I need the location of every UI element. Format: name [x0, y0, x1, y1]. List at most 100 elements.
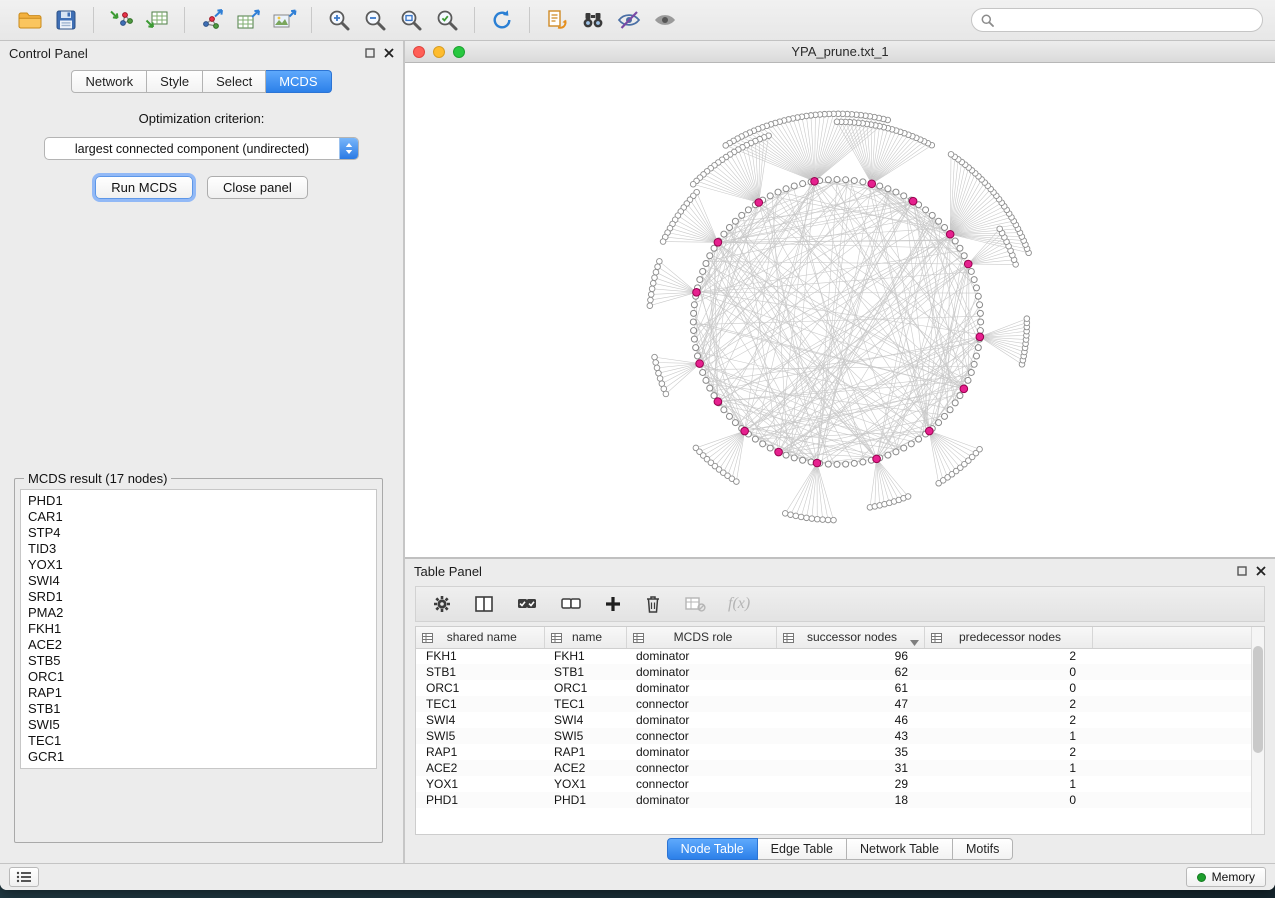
column-header-shared-name[interactable]: shared name — [416, 627, 544, 648]
clone-network-button[interactable] — [539, 4, 575, 36]
table-cell[interactable]: 2 — [924, 696, 1092, 712]
sort-descending-icon[interactable] — [910, 635, 919, 649]
column-header-successor-nodes[interactable]: successor nodes — [776, 627, 924, 648]
table-cell[interactable]: dominator — [626, 664, 776, 680]
window-maximize-button[interactable] — [453, 46, 465, 58]
mcds-result-item[interactable]: STP4 — [28, 525, 369, 541]
table-cell[interactable]: 35 — [776, 744, 924, 760]
status-menu-button[interactable] — [9, 867, 39, 887]
window-close-button[interactable] — [413, 46, 425, 58]
table-cell[interactable]: 29 — [776, 776, 924, 792]
refresh-view-button[interactable] — [484, 4, 520, 36]
column-header-predecessor-nodes[interactable]: predecessor nodes — [924, 627, 1092, 648]
table-cell[interactable]: STB1 — [544, 664, 626, 680]
table-cell[interactable]: YOX1 — [544, 776, 626, 792]
table-cell[interactable]: connector — [626, 728, 776, 744]
zoom-selected-button[interactable] — [429, 4, 465, 36]
zoom-in-button[interactable] — [321, 4, 357, 36]
table-cell[interactable]: dominator — [626, 712, 776, 728]
column-header-mcds-role[interactable]: MCDS role — [626, 627, 776, 648]
network-window-titlebar[interactable]: YPA_prune.txt_1 — [405, 41, 1275, 63]
table-cell[interactable]: dominator — [626, 744, 776, 760]
export-table-button[interactable] — [230, 4, 266, 36]
table-cell[interactable]: TEC1 — [416, 696, 544, 712]
mcds-result-item[interactable]: FKH1 — [28, 621, 369, 637]
table-row[interactable]: SWI4SWI4dominator462 — [416, 712, 1251, 728]
table-row[interactable]: TEC1TEC1connector472 — [416, 696, 1251, 712]
mcds-result-item[interactable]: SRD1 — [28, 589, 369, 605]
table-cell[interactable]: ACE2 — [416, 760, 544, 776]
table-cell[interactable]: 1 — [924, 776, 1092, 792]
open-session-button[interactable] — [12, 4, 48, 36]
tab-node-table[interactable]: Node Table — [667, 838, 758, 860]
table-row[interactable]: PHD1PHD1dominator180 — [416, 792, 1251, 808]
zoom-out-button[interactable] — [357, 4, 393, 36]
tab-network[interactable]: Network — [71, 70, 147, 93]
window-minimize-button[interactable] — [433, 46, 445, 58]
table-cell[interactable]: 62 — [776, 664, 924, 680]
tab-edge-table[interactable]: Edge Table — [758, 838, 847, 860]
table-row[interactable]: YOX1YOX1connector291 — [416, 776, 1251, 792]
mcds-result-item[interactable]: SWI5 — [28, 717, 369, 733]
float-panel-icon[interactable] — [365, 48, 375, 58]
tab-select[interactable]: Select — [203, 70, 266, 93]
memory-button[interactable]: Memory — [1186, 867, 1266, 887]
table-cell[interactable]: STB1 — [416, 664, 544, 680]
zoom-fit-button[interactable] — [393, 4, 429, 36]
close-panel-icon[interactable] — [384, 48, 394, 58]
export-image-button[interactable] — [266, 4, 302, 36]
network-canvas[interactable] — [405, 63, 1275, 557]
table-cell[interactable]: 2 — [924, 744, 1092, 760]
table-row[interactable]: ACE2ACE2connector311 — [416, 760, 1251, 776]
table-cell[interactable]: ACE2 — [544, 760, 626, 776]
show-hide-graphics-button[interactable] — [611, 4, 647, 36]
import-network-button[interactable] — [103, 4, 139, 36]
table-row[interactable]: ORC1ORC1dominator610 — [416, 680, 1251, 696]
table-cell[interactable]: SWI4 — [416, 712, 544, 728]
close-panel-button[interactable]: Close panel — [207, 176, 308, 199]
table-cell[interactable]: connector — [626, 776, 776, 792]
table-settings-button[interactable] — [432, 594, 452, 614]
table-cell[interactable]: FKH1 — [416, 648, 544, 664]
mcds-result-item[interactable]: YOX1 — [28, 557, 369, 573]
table-cell[interactable]: SWI5 — [416, 728, 544, 744]
table-cell[interactable]: YOX1 — [416, 776, 544, 792]
table-cell[interactable]: RAP1 — [544, 744, 626, 760]
table-cell[interactable]: dominator — [626, 792, 776, 808]
run-mcds-button[interactable]: Run MCDS — [95, 176, 193, 199]
table-cell[interactable]: FKH1 — [544, 648, 626, 664]
mcds-result-item[interactable]: ORC1 — [28, 669, 369, 685]
float-panel-icon[interactable] — [1237, 566, 1247, 576]
select-all-button[interactable] — [516, 595, 538, 613]
export-network-button[interactable] — [194, 4, 230, 36]
table-scrollbar[interactable] — [1251, 627, 1264, 834]
table-cell[interactable]: 96 — [776, 648, 924, 664]
close-panel-icon[interactable] — [1256, 566, 1266, 576]
table-cell[interactable]: dominator — [626, 680, 776, 696]
table-cell[interactable]: SWI5 — [544, 728, 626, 744]
criterion-select[interactable]: largest connected component (undirected) — [44, 137, 359, 160]
table-cell[interactable]: connector — [626, 760, 776, 776]
deselect-all-button[interactable] — [560, 595, 582, 613]
column-header-name[interactable]: name — [544, 627, 626, 648]
table-cell[interactable]: ORC1 — [416, 680, 544, 696]
search-input[interactable] — [1000, 13, 1253, 27]
table-cell[interactable]: 0 — [924, 664, 1092, 680]
save-session-button[interactable] — [48, 4, 84, 36]
table-row[interactable]: FKH1FKH1dominator962 — [416, 648, 1251, 664]
mcds-result-item[interactable]: SWI4 — [28, 573, 369, 589]
search-network-button[interactable] — [575, 4, 611, 36]
table-scrollbar-thumb[interactable] — [1253, 646, 1263, 754]
mcds-result-item[interactable]: TID3 — [28, 541, 369, 557]
import-table-button[interactable] — [139, 4, 175, 36]
table-cell[interactable]: 47 — [776, 696, 924, 712]
mcds-result-item[interactable]: GCR1 — [28, 749, 369, 765]
table-cell[interactable]: ORC1 — [544, 680, 626, 696]
table-cell[interactable]: dominator — [626, 648, 776, 664]
table-cell[interactable]: 2 — [924, 712, 1092, 728]
toggle-details-button[interactable] — [647, 4, 683, 36]
table-cell[interactable]: PHD1 — [544, 792, 626, 808]
mcds-result-item[interactable]: CAR1 — [28, 509, 369, 525]
table-cell[interactable]: 1 — [924, 728, 1092, 744]
table-cell[interactable]: RAP1 — [416, 744, 544, 760]
